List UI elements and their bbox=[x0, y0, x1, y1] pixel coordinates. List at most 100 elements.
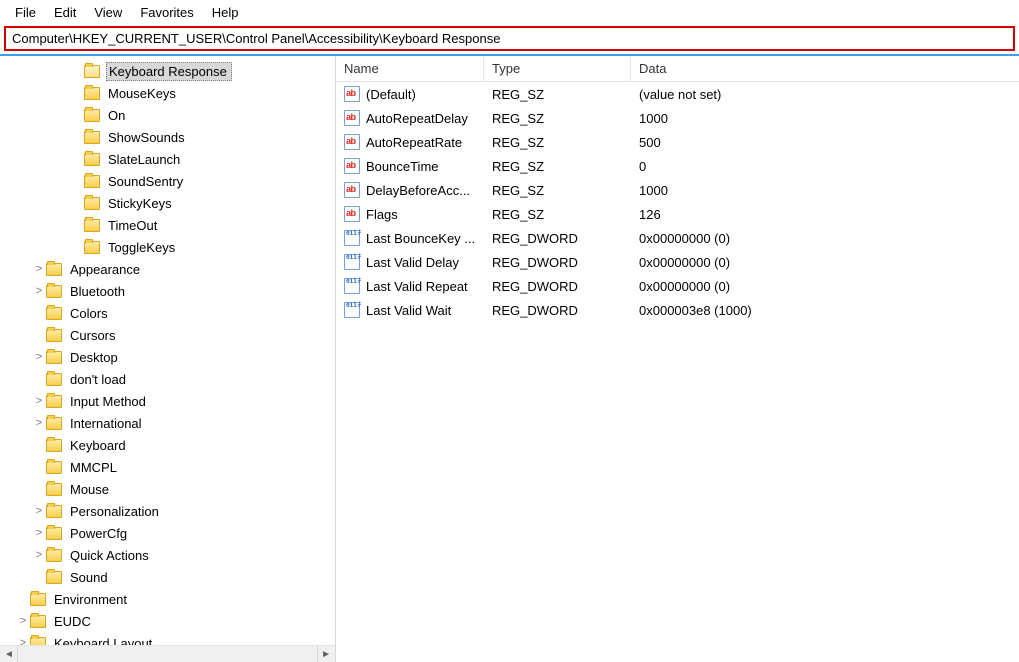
expand-icon[interactable]: > bbox=[32, 285, 46, 297]
column-type[interactable]: Type bbox=[484, 56, 631, 81]
value-row[interactable]: (Default)REG_SZ(value not set) bbox=[336, 82, 1019, 106]
tree-item[interactable]: > Quick Actions bbox=[0, 544, 335, 566]
tree-item[interactable]: SoundSentry bbox=[0, 170, 335, 192]
value-type: REG_DWORD bbox=[484, 231, 631, 246]
tree-item[interactable]: MouseKeys bbox=[0, 82, 335, 104]
folder-icon bbox=[84, 87, 100, 100]
tree-item[interactable]: >PowerCfg bbox=[0, 522, 335, 544]
menu-view[interactable]: View bbox=[85, 3, 131, 22]
tree-item[interactable]: Keyboard Response bbox=[0, 60, 335, 82]
scroll-right-icon[interactable]: ► bbox=[321, 649, 331, 660]
value-data: 0x000003e8 (1000) bbox=[631, 303, 1019, 318]
tree-item[interactable]: >Personalization bbox=[0, 500, 335, 522]
tree-item[interactable]: > Appearance bbox=[0, 258, 335, 280]
folder-icon bbox=[46, 549, 62, 562]
value-row[interactable]: AutoRepeatDelayREG_SZ1000 bbox=[336, 106, 1019, 130]
tree-item-label: SlateLaunch bbox=[106, 151, 182, 168]
tree-item-label: Keyboard Layout bbox=[52, 635, 154, 646]
value-data: 0x00000000 (0) bbox=[631, 231, 1019, 246]
tree-item-label: Appearance bbox=[68, 261, 142, 278]
tree-item[interactable]: > EUDC bbox=[0, 610, 335, 632]
address-bar[interactable]: Computer\HKEY_CURRENT_USER\Control Panel… bbox=[12, 31, 1007, 46]
tree-scroll[interactable]: Keyboard ResponseMouseKeysOn ShowSounds Sl… bbox=[0, 56, 335, 645]
tree-item-label: SoundSentry bbox=[106, 173, 185, 190]
tree-hscrollbar[interactable]: ◄ ► bbox=[0, 645, 335, 662]
tree-item-label: TimeOut bbox=[106, 217, 159, 234]
tree-item[interactable]: > Input Method bbox=[0, 390, 335, 412]
column-data[interactable]: Data bbox=[631, 56, 1019, 81]
tree-item[interactable]: Environment bbox=[0, 588, 335, 610]
tree-item[interactable]: Sound bbox=[0, 566, 335, 588]
tree-item-label: Keyboard bbox=[68, 437, 128, 454]
tree-item[interactable]: Keyboard bbox=[0, 434, 335, 456]
tree-pane: Keyboard ResponseMouseKeysOn ShowSounds Sl… bbox=[0, 56, 336, 662]
value-row[interactable]: AutoRepeatRateREG_SZ500 bbox=[336, 130, 1019, 154]
tree-item[interactable]: >Desktop bbox=[0, 346, 335, 368]
tree-item-label: Bluetooth bbox=[68, 283, 127, 300]
tree-item-label: Input Method bbox=[68, 393, 148, 410]
tree-item-label: Quick Actions bbox=[68, 547, 151, 564]
reg-dword-icon bbox=[344, 230, 360, 246]
value-row[interactable]: Last Valid RepeatREG_DWORD0x00000000 (0) bbox=[336, 274, 1019, 298]
value-data: 0 bbox=[631, 159, 1019, 174]
tree-item[interactable]: MMCPL bbox=[0, 456, 335, 478]
value-data: (value not set) bbox=[631, 87, 1019, 102]
expand-icon[interactable]: > bbox=[16, 615, 30, 627]
folder-icon bbox=[30, 637, 46, 646]
tree-item-label: EUDC bbox=[52, 613, 93, 630]
menu-file[interactable]: File bbox=[6, 3, 45, 22]
expand-icon[interactable]: > bbox=[32, 263, 46, 275]
tree-item[interactable]: TimeOut bbox=[0, 214, 335, 236]
tree-item[interactable]: don't load bbox=[0, 368, 335, 390]
value-type: REG_SZ bbox=[484, 207, 631, 222]
tree-item[interactable]: Cursors bbox=[0, 324, 335, 346]
reg-sz-icon bbox=[344, 182, 360, 198]
tree-item-label: Sound bbox=[68, 569, 110, 586]
expand-icon[interactable]: > bbox=[32, 527, 46, 539]
expand-icon[interactable]: > bbox=[32, 417, 46, 429]
menu-edit[interactable]: Edit bbox=[45, 3, 85, 22]
tree-item[interactable]: Colors bbox=[0, 302, 335, 324]
tree-item[interactable]: ToggleKeys bbox=[0, 236, 335, 258]
folder-icon bbox=[46, 285, 62, 298]
reg-dword-icon bbox=[344, 254, 360, 270]
tree-item[interactable]: > Keyboard Layout bbox=[0, 632, 335, 645]
tree-item[interactable]: ShowSounds bbox=[0, 126, 335, 148]
value-row[interactable]: FlagsREG_SZ126 bbox=[336, 202, 1019, 226]
tree-item[interactable]: StickyKeys bbox=[0, 192, 335, 214]
value-data: 0x00000000 (0) bbox=[631, 255, 1019, 270]
folder-icon bbox=[46, 307, 62, 320]
expand-icon[interactable]: > bbox=[32, 395, 46, 407]
value-type: REG_SZ bbox=[484, 183, 631, 198]
value-type: REG_DWORD bbox=[484, 303, 631, 318]
menu-favorites[interactable]: Favorites bbox=[131, 3, 202, 22]
value-name: DelayBeforeAcc... bbox=[366, 183, 484, 198]
folder-icon bbox=[84, 153, 100, 166]
value-row[interactable]: Last Valid WaitREG_DWORD0x000003e8 (1000… bbox=[336, 298, 1019, 322]
tree-item[interactable]: SlateLaunch bbox=[0, 148, 335, 170]
folder-icon bbox=[46, 329, 62, 342]
tree-item-label: ShowSounds bbox=[106, 129, 187, 146]
tree-item[interactable]: On bbox=[0, 104, 335, 126]
tree-item[interactable]: >International bbox=[0, 412, 335, 434]
value-row[interactable]: DelayBeforeAcc...REG_SZ1000 bbox=[336, 178, 1019, 202]
tree-item[interactable]: > Bluetooth bbox=[0, 280, 335, 302]
folder-icon bbox=[46, 351, 62, 364]
tree-item[interactable]: Mouse bbox=[0, 478, 335, 500]
value-row[interactable]: Last Valid DelayREG_DWORD0x00000000 (0) bbox=[336, 250, 1019, 274]
expand-icon[interactable]: > bbox=[16, 637, 30, 645]
expand-icon[interactable]: > bbox=[32, 505, 46, 517]
value-row[interactable]: Last BounceKey ...REG_DWORD0x00000000 (0… bbox=[336, 226, 1019, 250]
value-name: (Default) bbox=[366, 87, 484, 102]
value-row[interactable]: BounceTimeREG_SZ0 bbox=[336, 154, 1019, 178]
folder-icon bbox=[84, 241, 100, 254]
expand-icon[interactable]: > bbox=[32, 351, 46, 363]
menu-help[interactable]: Help bbox=[203, 3, 248, 22]
folder-icon bbox=[46, 505, 62, 518]
expand-icon[interactable]: > bbox=[32, 549, 46, 561]
column-name[interactable]: Name bbox=[336, 56, 484, 81]
folder-icon bbox=[46, 373, 62, 386]
scroll-left-icon[interactable]: ◄ bbox=[4, 649, 14, 660]
reg-dword-icon bbox=[344, 278, 360, 294]
value-name: Last Valid Repeat bbox=[366, 279, 484, 294]
